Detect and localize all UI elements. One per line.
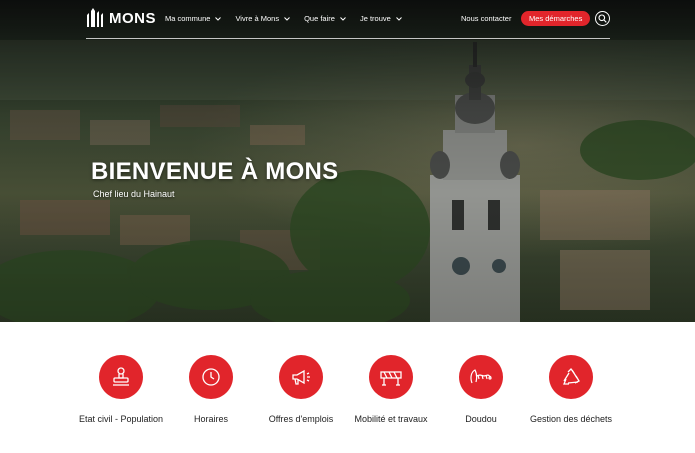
nav-item-vivre-a-mons[interactable]: Vivre à Mons [235,14,290,23]
service-icon-circle [99,355,143,399]
logo-text: MONS [109,9,156,27]
service-icon-circle [189,355,233,399]
search-button[interactable] [595,11,610,26]
hero-title: BIENVENUE À MONS [91,158,339,185]
mes-demarches-button[interactable]: Mes démarches [521,11,591,26]
nav-item-label: Ma commune [165,14,211,23]
hero-subtitle: Chef lieu du Hainaut [93,189,175,199]
service-label: Offres d'emplois [268,414,334,424]
service-label: Gestion des déchets [529,414,613,424]
stamp-icon [113,367,129,386]
nav-item-ma-commune[interactable]: Ma commune [165,14,222,23]
nav-divider [86,38,610,39]
dragon-icon [470,369,492,384]
chevron-down-icon [340,16,346,21]
chevron-down-icon [284,16,290,21]
megaphone-icon [292,369,310,385]
service-icon-circle [279,355,323,399]
mons-logo-icon [87,8,103,27]
service-label: Horaires [193,414,228,424]
main-menu: Ma commune Vivre à Mons Que faire Je tro… [165,14,402,23]
search-icon [598,14,607,23]
quick-access-services: Etat civil - Population Horaires Offres … [0,322,695,453]
site-logo[interactable]: MONS [86,7,156,29]
nav-item-que-faire[interactable]: Que faire [304,14,346,23]
nav-item-je-trouve[interactable]: Je trouve [360,14,402,23]
nav-item-label: Je trouve [359,14,391,23]
service-icon-circle [549,355,593,399]
hero-banner: MONS Ma commune Vivre à Mons Que faire J… [0,0,695,322]
nav-item-label: Vivre à Mons [235,14,280,23]
recycle-icon [563,368,580,385]
service-icon-circle [369,355,413,399]
contact-link[interactable]: Nous contacter [461,14,511,23]
service-label: Mobilité et travaux [354,414,428,424]
service-icon-circle [459,355,503,399]
service-gestion-dechets[interactable]: Gestion des déchets [511,355,631,424]
top-navigation-bar: MONS Ma commune Vivre à Mons Que faire J… [0,0,695,40]
chevron-down-icon [395,16,402,21]
nav-item-label: Que faire [304,14,335,23]
clock-icon [202,368,220,386]
road-barrier-icon [380,371,402,386]
chevron-down-icon [215,16,222,21]
service-label: Doudou [465,414,497,424]
